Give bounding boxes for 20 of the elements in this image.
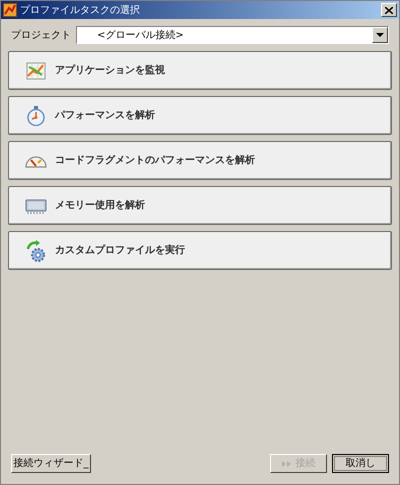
task-button[interactable]: パフォーマンスを解析 [8,96,392,135]
memory-chip-icon [25,198,47,214]
close-button[interactable] [381,3,397,17]
task-button[interactable]: アプリケーションを監視 [8,51,392,90]
chart-icon [26,62,46,80]
task-button[interactable]: コードフラグメントのパフォーマンスを解析 [8,141,392,180]
app-icon [3,3,17,17]
gear-arrow-icon [26,240,46,262]
task-button[interactable]: カスタムプロファイルを実行 [8,231,392,270]
forward-icon [282,460,292,466]
wizard-button[interactable]: 接続ウィザード_ [11,454,91,473]
project-dropdown[interactable]: <グローバル接続> [76,26,389,44]
project-label: プロジェクト [11,28,71,42]
dropdown-arrow-icon [376,33,384,37]
cancel-button[interactable]: 取消し [332,454,389,473]
stopwatch-icon [26,106,46,126]
task-button[interactable]: メモリー使用を解析 [8,186,392,225]
close-icon [385,6,393,14]
window-title: プロファイルタスクの選択 [20,4,141,18]
gauge-icon [25,154,47,168]
